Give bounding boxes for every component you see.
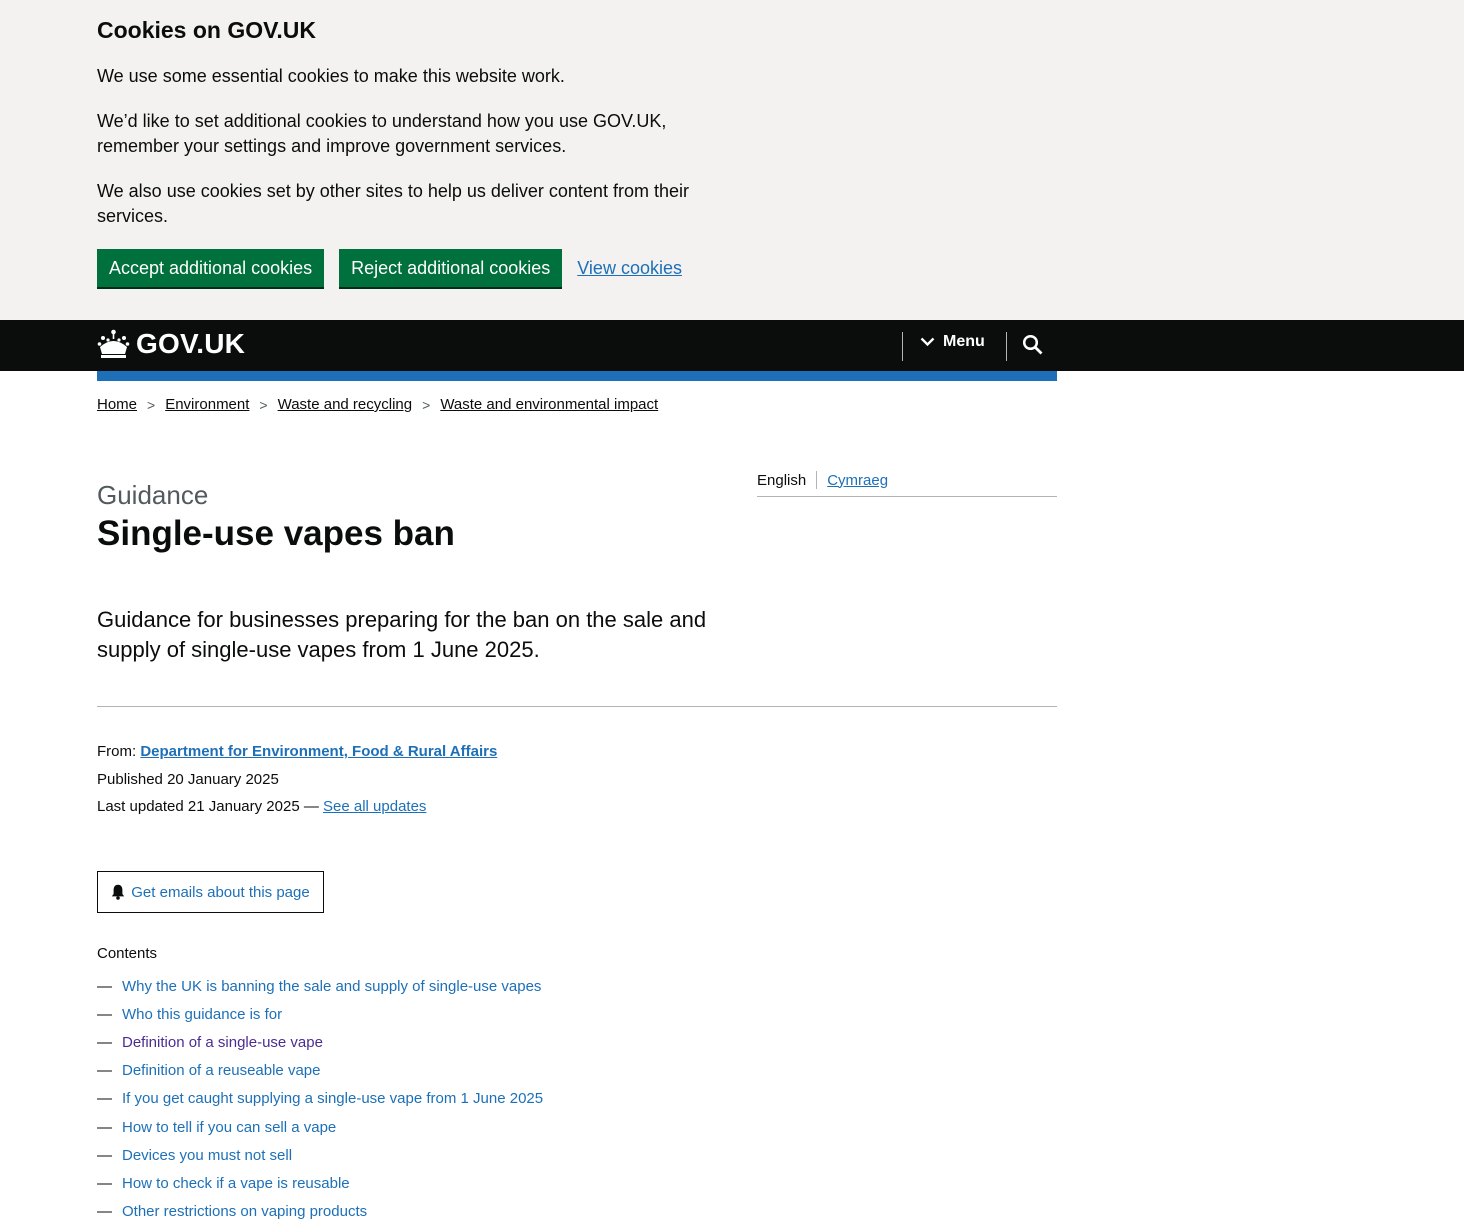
get-emails-button[interactable]: Get emails about this page [97,871,324,913]
cookie-text-essential: We use some essential cookies to make th… [97,66,565,86]
contents-list: — Why the UK is banning the sale and supp… [97,972,543,1226]
get-emails-label: Get emails about this page [131,883,310,901]
list-item: — Other restrictions on vaping products [97,1203,368,1221]
contents-link[interactable]: Why the UK is banning the sale and suppl… [122,978,541,995]
list-item: — Definition of a single-use vape [97,1033,323,1051]
search-button[interactable] [1022,334,1044,361]
breadcrumb-waste-and-recycling[interactable]: Waste and recycling [278,396,413,413]
chevron-right-icon: > [259,396,268,413]
contents-link[interactable]: Who this guidance is for [122,1006,282,1023]
search-divider [1006,332,1007,361]
page-title: Single-use vapes ban [97,514,455,553]
menu-button[interactable]: Menu [920,333,985,351]
list-item: — Why the UK is banning the sale and supp… [97,977,542,995]
govuk-logo-text: GOV.UK [136,328,246,359]
publication-metadata: From: Department for Environment, Food &… [97,738,497,821]
menu-divider [902,332,903,361]
site-header: GOV.UK Menu [0,320,1464,371]
contents-link[interactable]: Definition of a single-use vape [122,1034,323,1051]
cookie-banner: Cookies on GOV.UK We use some essential … [0,0,1464,320]
bell-icon [112,884,125,900]
reject-cookies-button[interactable]: Reject additional cookies [339,249,563,287]
chevron-right-icon: > [422,396,431,413]
view-cookies-link[interactable]: View cookies [577,258,682,279]
list-item: — How to check if a vape is reusable [97,1174,350,1192]
page-caption: Guidance [97,480,209,510]
menu-label: Menu [943,333,985,350]
cookie-text-additional: We’d like to set additional cookies to u… [97,111,667,156]
accept-cookies-button[interactable]: Accept additional cookies [97,249,325,287]
crown-icon [97,329,130,358]
list-item: — How to tell if you can sell a vape [97,1118,337,1136]
see-all-updates-link[interactable]: See all updates [323,798,426,815]
language-divider [816,471,818,489]
language-current: English [757,471,807,489]
published-label: Published [97,770,163,788]
contents-link[interactable]: Devices you must not sell [122,1147,292,1164]
contents-link[interactable]: How to tell if you can sell a vape [122,1119,336,1136]
chevron-right-icon: > [147,396,156,413]
chevron-down-icon [920,337,935,347]
list-item: — If you get caught supplying a single-us… [97,1090,544,1108]
published-date: 20 January 2025 [167,770,279,788]
list-item: — Devices you must not sell [97,1146,293,1164]
contents-link[interactable]: If you get caught supplying a single-use… [122,1090,543,1107]
page-lead: Guidance for businesses preparing for th… [97,607,707,662]
breadcrumb-home[interactable]: Home [97,396,137,413]
header-blue-bar [97,371,1057,381]
cookie-text-third-party: We also use cookies set by other sites t… [97,181,689,226]
contents-link[interactable]: Definition of a reuseable vape [122,1062,320,1079]
cookie-banner-title: Cookies on GOV.UK [97,17,316,43]
language-switcher: English Cymraeg [757,471,1057,497]
list-item: — Definition of a reuseable vape [97,1062,321,1080]
govuk-logo[interactable]: GOV.UK [97,328,245,360]
language-cymraeg-link[interactable]: Cymraeg [827,472,888,489]
from-label: From: [97,743,137,760]
breadcrumb: Home > Environment > Waste and recycling… [97,396,658,413]
section-divider [97,706,1057,707]
contents-link[interactable]: Other restrictions on vaping products [122,1203,367,1220]
updated-date: 21 January 2025 — [187,798,319,815]
breadcrumb-environment[interactable]: Environment [165,396,249,413]
organisation-link[interactable]: Department for Environment, Food & Rural… [140,743,497,760]
contents-link[interactable]: How to check if a vape is reusable [122,1175,350,1192]
list-item: — Who this guidance is for [97,1005,283,1023]
updated-label: Last updated [97,798,184,815]
search-icon [1022,334,1043,355]
contents-heading: Contents [97,945,158,962]
breadcrumb-waste-environmental-impact[interactable]: Waste and environmental impact [440,396,658,413]
